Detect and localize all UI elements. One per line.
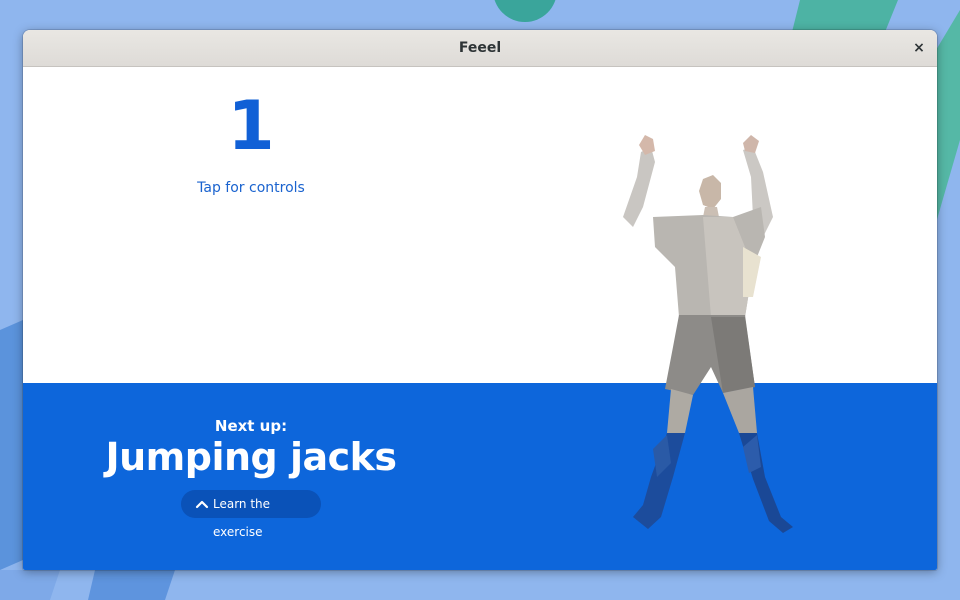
- title-bar[interactable]: Feeel ×: [23, 30, 937, 67]
- person-illustration: [623, 135, 793, 533]
- window-title: Feeel: [458, 40, 502, 56]
- workout-view[interactable]: 1 Tap for controls Next up: Jumping jack…: [23, 67, 937, 570]
- next-up-label: Next up:: [214, 417, 288, 435]
- chevron-up-icon: [195, 500, 209, 509]
- countdown-counter[interactable]: 1: [201, 87, 301, 167]
- learn-exercise-label: Learn the exercise: [213, 497, 271, 539]
- next-exercise-name: Jumping jacks: [105, 435, 397, 479]
- tap-for-controls-link[interactable]: Tap for controls: [161, 180, 341, 196]
- app-window: Feeel × 1 Tap for controls Next up: Jump…: [23, 30, 937, 570]
- close-icon: ×: [913, 40, 925, 56]
- close-button[interactable]: ×: [909, 38, 929, 58]
- learn-exercise-button[interactable]: Learn the exercise: [181, 490, 321, 539]
- desktop-background: Feeel × 1 Tap for controls Next up: Jump…: [0, 0, 960, 600]
